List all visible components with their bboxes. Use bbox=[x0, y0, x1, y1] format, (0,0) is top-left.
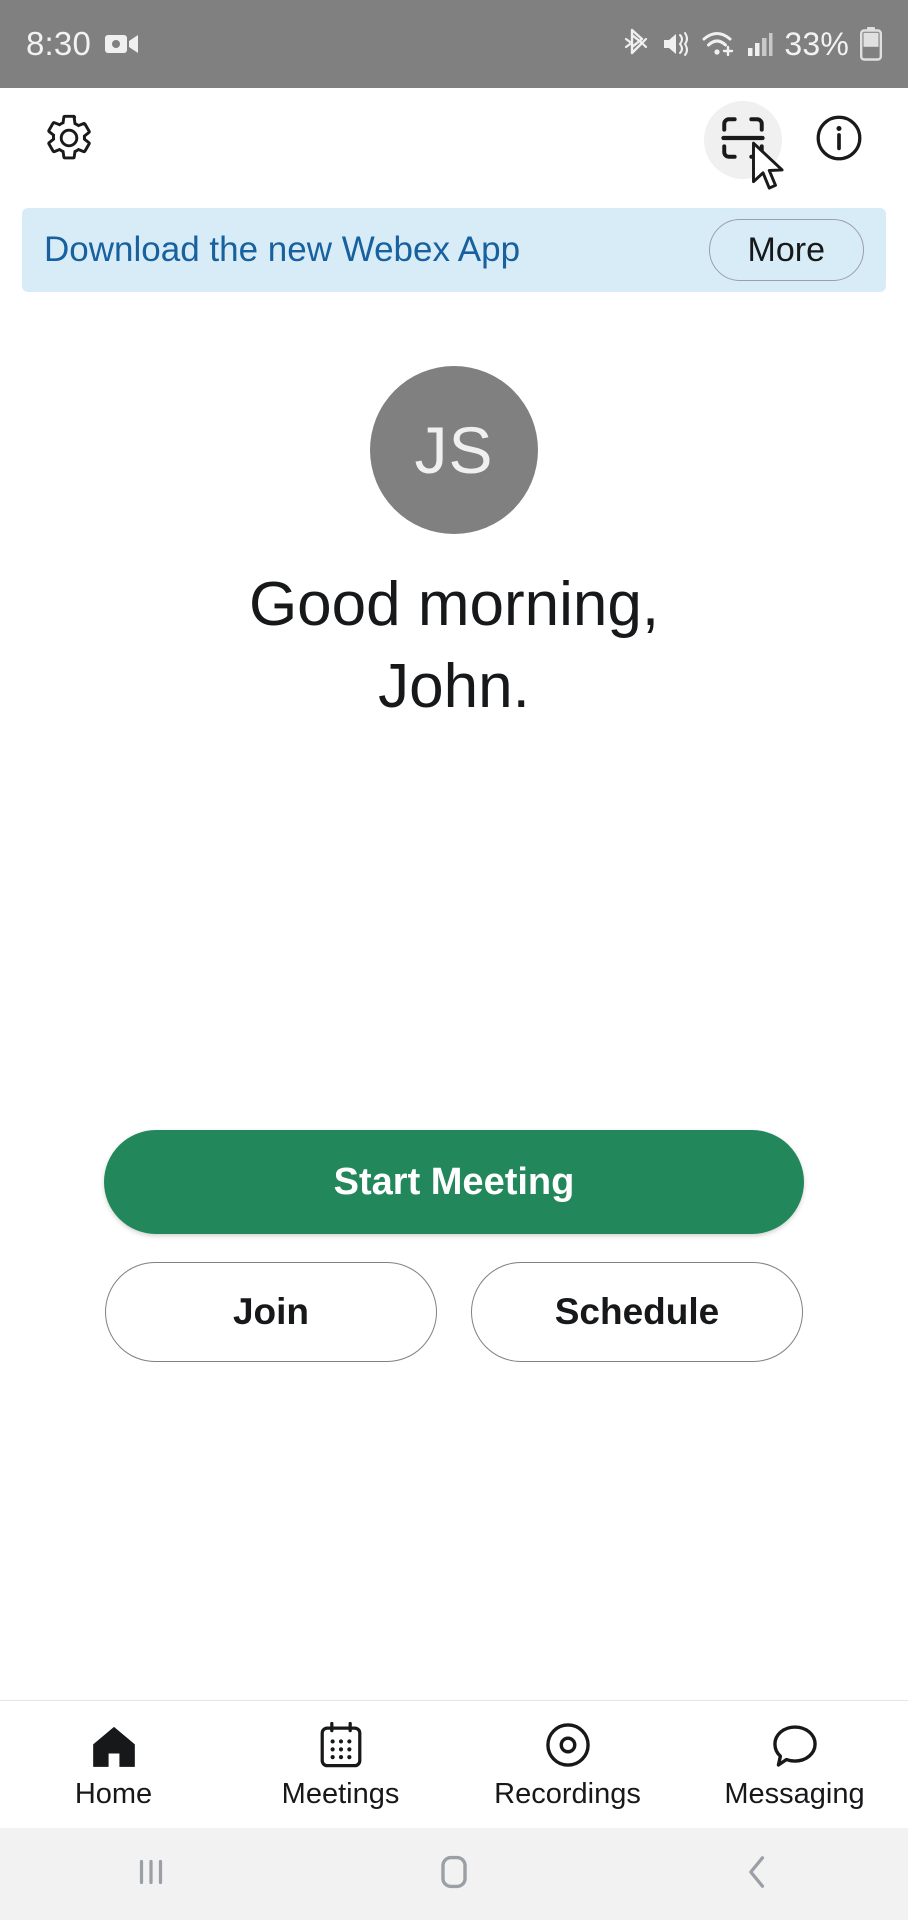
bottom-tab-bar: Home Meetings Recordings Messaging bbox=[0, 1700, 908, 1828]
download-app-banner[interactable]: Download the new Webex App More bbox=[22, 208, 886, 292]
app-bar-actions bbox=[704, 101, 878, 190]
avatar[interactable]: JS bbox=[370, 366, 538, 534]
home-square-icon bbox=[435, 1851, 473, 1898]
info-button[interactable] bbox=[800, 101, 878, 179]
tab-home-label: Home bbox=[74, 1777, 153, 1810]
join-button[interactable]: Join bbox=[105, 1262, 437, 1362]
settings-button[interactable] bbox=[30, 101, 108, 179]
banner-text: Download the new Webex App bbox=[44, 230, 521, 269]
status-bar-left: 8:30 bbox=[26, 25, 139, 63]
secondary-actions: Join Schedule bbox=[105, 1262, 803, 1362]
mute-vibrate-icon bbox=[661, 29, 691, 59]
status-time: 8:30 bbox=[26, 25, 92, 62]
avatar-initials: JS bbox=[414, 413, 494, 487]
back-chevron-icon bbox=[740, 1852, 774, 1897]
recents-icon bbox=[132, 1853, 170, 1896]
tab-recordings-label: Recordings bbox=[494, 1777, 641, 1810]
calendar-icon bbox=[318, 1719, 364, 1769]
cellular-signal-icon bbox=[747, 31, 773, 57]
gear-icon bbox=[43, 112, 95, 169]
greeting-line-1: Good morning, bbox=[248, 570, 660, 639]
chat-bubble-icon bbox=[771, 1719, 819, 1769]
tab-meetings[interactable]: Meetings bbox=[227, 1719, 454, 1811]
tab-home[interactable]: Home bbox=[0, 1719, 227, 1811]
tab-meetings-label: Meetings bbox=[281, 1777, 400, 1810]
scan-qr-button[interactable] bbox=[704, 101, 784, 190]
phone-screen: 8:30 33% Download the new Webex App More… bbox=[0, 0, 908, 1920]
bluetooth-icon bbox=[624, 28, 650, 60]
video-camera-icon bbox=[105, 32, 139, 56]
qr-scan-icon bbox=[718, 113, 768, 168]
banner-more-button[interactable]: More bbox=[708, 219, 864, 281]
greeting-line-2: John. bbox=[378, 652, 530, 722]
home-icon bbox=[89, 1719, 139, 1769]
android-back-button[interactable] bbox=[605, 1852, 908, 1897]
android-home-button[interactable] bbox=[303, 1851, 606, 1898]
tab-messaging-label: Messaging bbox=[724, 1777, 865, 1810]
wifi-icon bbox=[702, 30, 736, 58]
banner-container: Download the new Webex App More bbox=[0, 192, 908, 292]
battery-icon bbox=[860, 27, 882, 61]
start-meeting-button[interactable]: Start Meeting bbox=[104, 1130, 804, 1234]
android-nav-bar bbox=[0, 1828, 908, 1920]
tab-recordings[interactable]: Recordings bbox=[454, 1719, 681, 1811]
tab-messaging[interactable]: Messaging bbox=[681, 1719, 908, 1811]
recording-disc-icon bbox=[544, 1719, 592, 1769]
schedule-button[interactable]: Schedule bbox=[471, 1262, 803, 1362]
battery-percent: 33% bbox=[784, 25, 849, 62]
android-recents-button[interactable] bbox=[0, 1853, 303, 1896]
info-circle-icon bbox=[813, 112, 865, 169]
main-content: JS Good morning, John. Start Meeting Joi… bbox=[0, 292, 908, 1700]
greeting: Good morning, John. bbox=[249, 564, 659, 729]
action-buttons: Start Meeting Join Schedule bbox=[0, 1130, 908, 1362]
status-bar-right: 33% bbox=[624, 26, 882, 63]
app-bar bbox=[0, 88, 908, 192]
status-bar: 8:30 33% bbox=[0, 0, 908, 88]
